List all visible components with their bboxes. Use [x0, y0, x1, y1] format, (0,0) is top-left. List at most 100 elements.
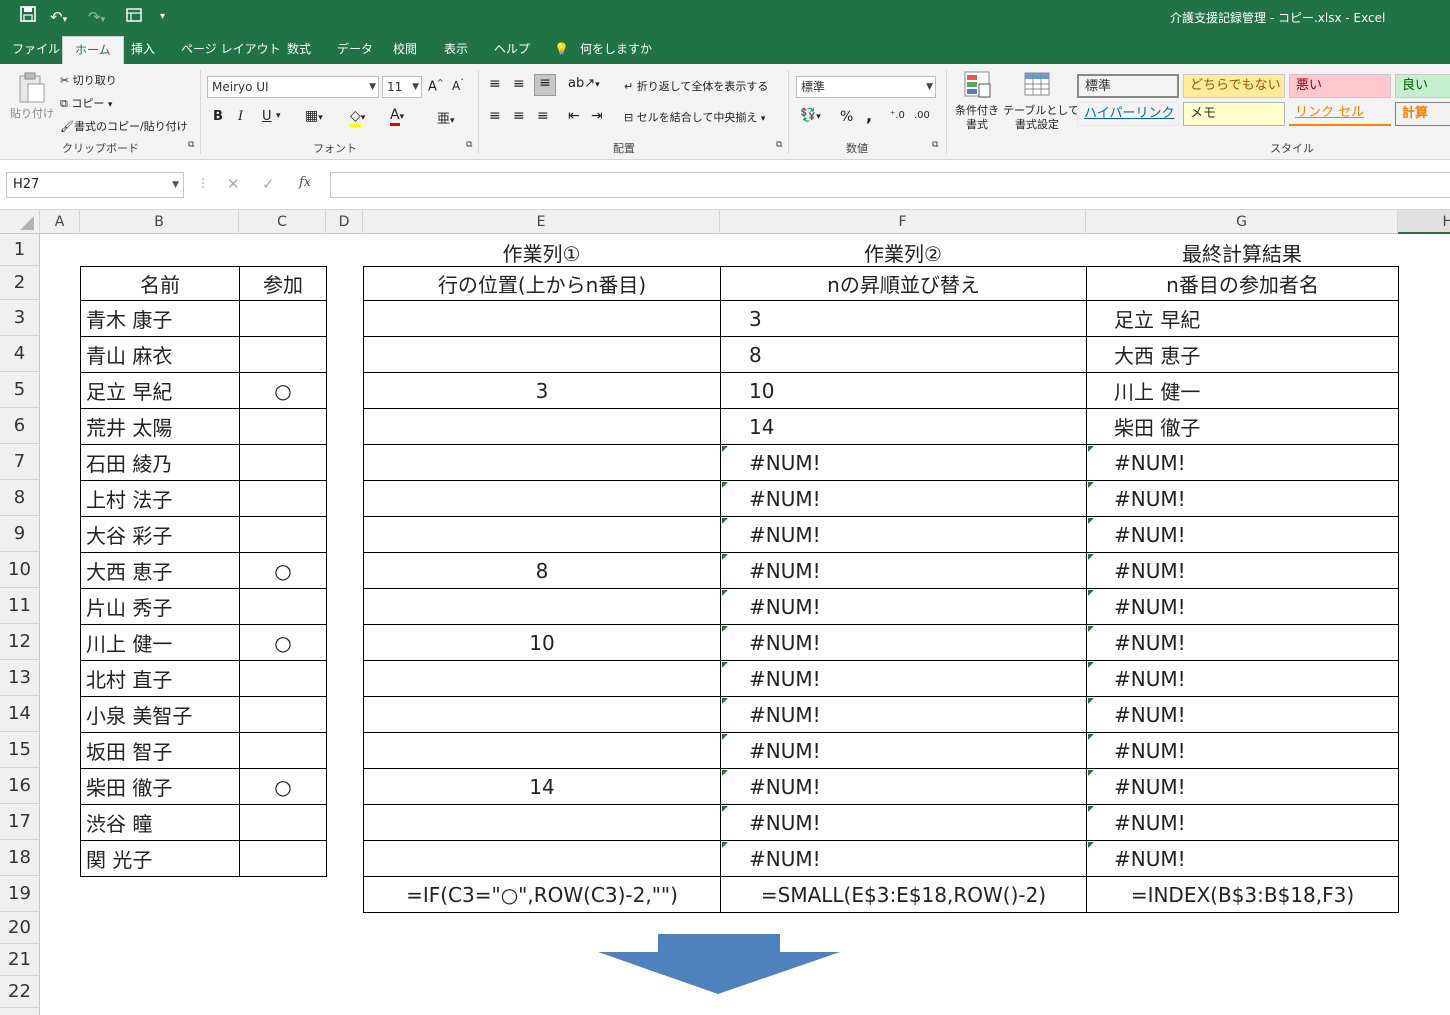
comma-button[interactable]: ,: [866, 106, 872, 125]
tab-review[interactable]: 校閲: [393, 36, 417, 64]
shrink-font-icon[interactable]: Aˇ: [452, 78, 464, 93]
row-header-9[interactable]: 9: [0, 516, 40, 552]
underline-button[interactable]: U: [262, 109, 272, 124]
cell-participant[interactable]: #NUM!: [1086, 516, 1399, 553]
cell-sorted-n[interactable]: #NUM!: [720, 624, 1087, 661]
number-launcher-icon[interactable]: ⧉: [932, 140, 938, 150]
row-header-8[interactable]: 8: [0, 480, 40, 516]
grow-font-icon[interactable]: A^: [428, 78, 444, 94]
column-header-h[interactable]: H: [1398, 210, 1450, 234]
row-header-18[interactable]: 18: [0, 840, 40, 876]
formula-f[interactable]: =SMALL(E$3:E$18,ROW()-2): [720, 876, 1087, 913]
align-left-icon[interactable]: ≡: [489, 108, 501, 124]
cell-participant[interactable]: #NUM!: [1086, 696, 1399, 733]
row-header-19[interactable]: 19: [0, 876, 40, 912]
cell-name[interactable]: 上村 法子: [80, 480, 240, 517]
cell-sorted-n[interactable]: #NUM!: [720, 696, 1087, 733]
row-header-1[interactable]: 1: [0, 234, 40, 266]
format-as-table-button[interactable]: テーブルとして 書式設定: [1003, 70, 1079, 132]
error-indicator-icon[interactable]: [721, 517, 728, 524]
cell-row-position[interactable]: [363, 300, 721, 337]
italic-button[interactable]: I: [238, 109, 243, 124]
clipboard-launcher-icon[interactable]: ⧉: [188, 140, 194, 150]
error-indicator-icon[interactable]: [721, 841, 728, 848]
redo-icon[interactable]: ↷▾: [88, 6, 105, 28]
row-header-4[interactable]: 4: [0, 336, 40, 372]
error-indicator-icon[interactable]: [1087, 589, 1094, 596]
cell-row-position[interactable]: [363, 696, 721, 733]
align-top-icon[interactable]: ≡: [489, 76, 501, 92]
error-indicator-icon[interactable]: [721, 625, 728, 632]
cell-participant[interactable]: #NUM!: [1086, 768, 1399, 805]
tab-home[interactable]: ホーム: [62, 36, 124, 64]
cell-participant[interactable]: #NUM!: [1086, 624, 1399, 661]
cell-name[interactable]: 柴田 徹子: [80, 768, 240, 805]
column-header-e[interactable]: E: [363, 210, 720, 234]
error-indicator-icon[interactable]: [721, 661, 728, 668]
cell-sorted-n[interactable]: #NUM!: [720, 660, 1087, 697]
cell-attend[interactable]: ○: [239, 372, 327, 409]
tell-me-search[interactable]: 何をしますか: [580, 36, 652, 64]
cell-attend[interactable]: [239, 840, 327, 877]
cell-attend[interactable]: [239, 444, 327, 481]
wrap-text-button[interactable]: ↵ 折り返して全体を表示する: [624, 78, 768, 94]
style-calculation[interactable]: 計算: [1395, 102, 1450, 126]
cell-participant[interactable]: 足立 早紀: [1086, 300, 1399, 337]
fill-color-icon[interactable]: ◇▾: [350, 108, 365, 127]
enter-icon[interactable]: ✓: [262, 175, 275, 193]
cell-participant[interactable]: #NUM!: [1086, 660, 1399, 697]
cell-row-position[interactable]: [363, 588, 721, 625]
style-neutral[interactable]: どちらでもない: [1183, 74, 1285, 98]
drag-handle-icon[interactable]: ⋮: [197, 176, 209, 190]
cell-row-position[interactable]: [363, 516, 721, 553]
cell-sorted-n[interactable]: #NUM!: [720, 480, 1087, 517]
currency-icon[interactable]: 💱▾: [800, 108, 821, 123]
error-indicator-icon[interactable]: [1087, 625, 1094, 632]
chevron-down-icon[interactable]: ▾: [276, 111, 281, 121]
cell-row-position[interactable]: 3: [363, 372, 721, 409]
error-indicator-icon[interactable]: [721, 481, 728, 488]
cell-participant[interactable]: #NUM!: [1086, 588, 1399, 625]
error-indicator-icon[interactable]: [1087, 517, 1094, 524]
tab-file[interactable]: ファイル: [12, 36, 60, 64]
column-header-c[interactable]: C: [239, 210, 326, 234]
cell-attend[interactable]: ○: [239, 552, 327, 589]
row-header-2[interactable]: 2: [0, 266, 40, 300]
cell-attend[interactable]: [239, 300, 327, 337]
cell-name[interactable]: 片山 秀子: [80, 588, 240, 625]
tab-data[interactable]: データ: [337, 36, 373, 64]
column-header-g[interactable]: G: [1086, 210, 1398, 234]
decrease-decimal-icon[interactable]: .00: [914, 110, 930, 121]
cell-row-position[interactable]: [363, 840, 721, 877]
error-indicator-icon[interactable]: [1087, 733, 1094, 740]
paste-button[interactable]: 貼り付け: [10, 72, 54, 121]
cell-participant[interactable]: #NUM!: [1086, 552, 1399, 589]
column-header-d[interactable]: D: [326, 210, 363, 234]
header-participant[interactable]: n番目の参加者名: [1086, 266, 1399, 301]
cell-row-position[interactable]: [363, 444, 721, 481]
increase-indent-icon[interactable]: ⇥: [591, 108, 603, 124]
cell-attend[interactable]: ○: [239, 768, 327, 805]
error-indicator-icon[interactable]: [1087, 445, 1094, 452]
font-launcher-icon[interactable]: ⧉: [466, 140, 472, 150]
save-icon[interactable]: [20, 6, 36, 28]
column-header-b[interactable]: B: [80, 210, 239, 234]
insert-function-icon[interactable]: fx: [299, 175, 311, 190]
increase-decimal-icon[interactable]: ⁺.0: [890, 110, 905, 121]
name-box[interactable]: H27 ▼: [6, 172, 184, 198]
cell-f1[interactable]: 作業列②: [720, 238, 1086, 267]
error-indicator-icon[interactable]: [721, 589, 728, 596]
cell-sorted-n[interactable]: 3: [720, 300, 1087, 337]
row-header-16[interactable]: 16: [0, 768, 40, 804]
cancel-icon[interactable]: ✕: [227, 175, 240, 193]
decrease-indent-icon[interactable]: ⇤: [568, 108, 580, 124]
error-indicator-icon[interactable]: [721, 733, 728, 740]
error-indicator-icon[interactable]: [1087, 553, 1094, 560]
font-name-select[interactable]: Meiryo UI ▼: [207, 76, 379, 98]
row-header-17[interactable]: 17: [0, 804, 40, 840]
tab-page-layout[interactable]: ページ レイアウト: [181, 36, 281, 64]
cell-row-position[interactable]: 8: [363, 552, 721, 589]
style-normal[interactable]: 標準: [1077, 74, 1179, 98]
cell-sorted-n[interactable]: 10: [720, 372, 1087, 409]
row-header-21[interactable]: 21: [0, 944, 40, 976]
